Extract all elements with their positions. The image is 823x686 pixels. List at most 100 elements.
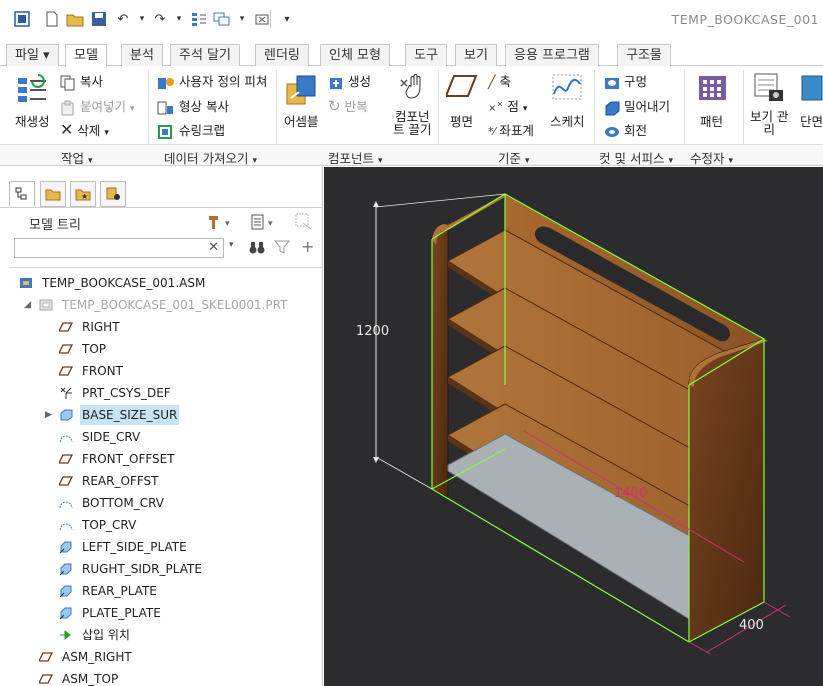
tab-render[interactable]: 렌더링 [255, 44, 309, 66]
tab-structure[interactable]: 구조물 [617, 44, 671, 66]
layer-tree-icon [106, 187, 120, 200]
copy-icon [60, 75, 75, 90]
shrinkwrap-button[interactable]: 슈링크랩 [157, 120, 225, 140]
undo-dropdown-icon[interactable]: ▾ [133, 10, 151, 28]
tab-applications[interactable]: 응용 프로그램 [505, 44, 599, 66]
section-label[interactable]: 단면 [800, 111, 823, 130]
copy-button[interactable]: 복사 [60, 71, 103, 91]
delete-button[interactable]: ✕ 삭제 ▾ [60, 120, 109, 139]
tab-manikin[interactable]: 인체 모형 [320, 44, 390, 66]
tab-model[interactable]: 모델 [65, 44, 107, 67]
section-icon-button[interactable] [798, 74, 823, 102]
csys-icon: *⁄ [488, 125, 496, 138]
group-label-get-data[interactable]: 데이터 가져오기 ▾ [164, 148, 257, 167]
find-binoculars-icon[interactable] [249, 239, 265, 258]
group-label-datum[interactable]: 기준 ▾ [498, 148, 530, 167]
sketch-icon-button[interactable] [552, 74, 582, 100]
clear-search-icon[interactable]: ✕ [208, 240, 219, 255]
tab-analysis[interactable]: 분석 [121, 44, 163, 66]
group-label-cut-surface[interactable]: 컷 및 서피스 ▾ [599, 148, 673, 167]
folder-browser-tab[interactable] [40, 181, 66, 207]
regenerate-small-icon[interactable] [190, 10, 208, 28]
group-label-component[interactable]: 컴포넌트 ▾ [328, 148, 383, 167]
regenerate-button[interactable] [16, 72, 50, 108]
extrude-button[interactable]: 밀어내기 [604, 96, 670, 116]
paste-icon [61, 100, 74, 115]
drag-hand-icon [400, 74, 421, 99]
assemble-icon [286, 75, 316, 105]
drag-component-icon-button[interactable] [397, 72, 427, 102]
tab-annotate[interactable]: 주석 달기 [170, 44, 240, 66]
drag-component-label[interactable]: 컴포넌 트 끌기 [393, 110, 431, 136]
creo-window: ↶ ▾ ↷ ▾ ▾ ▾ TEMP_BOOKCASE_001 파일 ▾ 모델 분석… [0, 0, 823, 686]
close-window-icon[interactable] [253, 10, 271, 28]
tree-item-label: FRONT_OFFSET [82, 452, 175, 466]
copy-geometry-button[interactable]: 형상 복사 [157, 96, 229, 116]
dimension-height-value[interactable]: 1200 [356, 324, 389, 339]
assemble-icon-button[interactable] [283, 72, 319, 108]
window-title: TEMP_BOOKCASE_001 [671, 12, 819, 27]
plane-icon-button[interactable] [446, 74, 478, 100]
dimension-depth-value[interactable]: 400 [739, 618, 764, 633]
hole-button[interactable]: 구멍 [604, 71, 647, 91]
right-side-plate[interactable] [688, 338, 765, 643]
model-tree-tab[interactable] [9, 181, 35, 207]
group-label-operations[interactable]: 작업 ▾ [61, 148, 93, 167]
hole-icon [605, 77, 619, 89]
expand-arrow-icon[interactable]: ▶ [45, 410, 52, 420]
left-side-plate[interactable] [431, 223, 449, 498]
regenerate-label[interactable]: 재생성 [15, 111, 50, 130]
filter-icon[interactable] [273, 239, 291, 258]
tab-tools[interactable]: 도구 [405, 44, 447, 66]
redo-dropdown-icon[interactable]: ▾ [170, 10, 188, 28]
view-manager-icon-button[interactable] [753, 72, 785, 104]
tree-settings-button[interactable]: ▾ [207, 214, 237, 233]
revolve-button[interactable]: 회전 [604, 120, 647, 140]
windows-dropdown-icon[interactable]: ▾ [233, 10, 251, 28]
datum-point-icon: ×× [488, 98, 504, 114]
group-label-modifiers[interactable]: 수정자 ▾ [690, 148, 733, 167]
graphics-viewport[interactable]: 1200 1400 400 [324, 167, 823, 686]
sketch-label[interactable]: 스케치 [550, 111, 585, 130]
dimension-width-value[interactable]: 1400 [614, 486, 647, 501]
redo-icon[interactable]: ↷ [151, 10, 169, 28]
save-icon[interactable] [90, 10, 108, 28]
point-button[interactable]: ×× 점 ▾ [488, 96, 527, 115]
pattern-icon-button[interactable] [698, 74, 728, 102]
app-menu-icon[interactable] [13, 10, 31, 28]
collapse-arrow-icon[interactable]: ◢ [24, 300, 31, 310]
new-file-icon[interactable] [43, 10, 61, 28]
navigator-panel: ★ 모델 트리 ▾ ▾ ✕ ▾ + TEMP_BOOKCASE_001.ASM … [0, 167, 323, 686]
tree-item-label: TEMP_BOOKCASE_001.ASM [42, 276, 206, 290]
tree-columns-button[interactable]: ▾ [250, 214, 280, 233]
undo-icon[interactable]: ↶ [114, 10, 132, 28]
tab-file[interactable]: 파일 ▾ [6, 44, 59, 66]
quick-access-toolbar: ↶ ▾ ↷ ▾ ▾ ▾ TEMP_BOOKCASE_001 [0, 0, 823, 40]
search-dropdown-icon[interactable]: ▾ [229, 240, 234, 250]
open-folder-icon[interactable] [66, 10, 84, 28]
repeat-component-button[interactable]: ↻ 반복 [328, 96, 368, 115]
bookcase-model[interactable]: 1200 1400 400 [324, 167, 823, 686]
add-column-icon[interactable]: + [301, 237, 314, 256]
section-icon [801, 75, 823, 101]
tab-view[interactable]: 보기 [455, 44, 497, 66]
udf-button[interactable]: 사용자 정의 피쳐 [157, 71, 267, 91]
assemble-label[interactable]: 어셈블 [284, 111, 319, 130]
favorites-tab[interactable]: ★ [70, 181, 96, 207]
layer-tree-tab[interactable] [100, 181, 126, 207]
csys-button[interactable]: *⁄ 좌표계 [488, 120, 534, 139]
tree-search-input[interactable]: ✕ [14, 238, 224, 258]
svg-text:★: ★ [81, 192, 88, 201]
publish-geometry-icon [58, 562, 73, 576]
pattern-label[interactable]: 패턴 [700, 111, 723, 130]
paste-button[interactable]: 붙여넣기 ▾ [60, 96, 135, 116]
create-component-button[interactable]: 생성 [328, 71, 371, 91]
shrinkwrap-icon [158, 124, 172, 139]
plane-label[interactable]: 평면 [450, 111, 473, 130]
panel-divider [0, 207, 322, 208]
axis-button[interactable]: ╱ 축 [488, 71, 511, 90]
customize-toolbar-icon[interactable]: ▾ [278, 10, 296, 28]
publish-geometry-icon [58, 584, 73, 598]
view-manager-label[interactable]: 보기 관 리 [750, 110, 788, 136]
windows-icon[interactable] [213, 10, 231, 28]
